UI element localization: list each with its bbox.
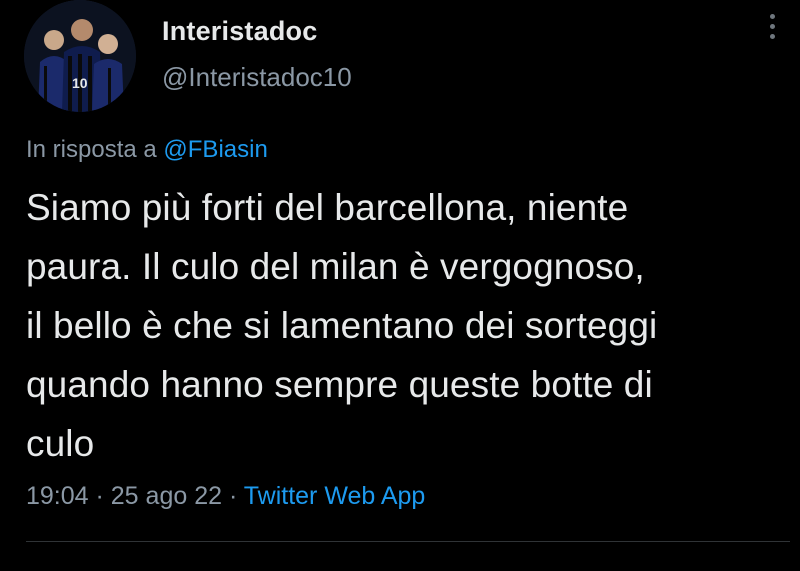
more-vertical-icon-dot	[769, 24, 775, 29]
avatar[interactable]: 10	[24, 0, 136, 112]
divider	[26, 541, 790, 542]
author-handle[interactable]: @Interistadoc10	[162, 62, 352, 93]
meta-separator: ·	[222, 482, 244, 510]
author-name[interactable]: Interistadoc	[162, 16, 317, 47]
more-vertical-icon	[769, 14, 775, 19]
more-vertical-icon-dot	[769, 34, 775, 39]
reply-mention-link[interactable]: @FBiasin	[163, 136, 267, 163]
svg-text:10: 10	[72, 75, 88, 91]
tweet-text-line: quando hanno sempre queste botte di	[26, 364, 653, 405]
tweet-text: Siamo più forti del barcellona, niente p…	[26, 178, 786, 473]
tweet-meta: 19:04 · 25 ago 22 · Twitter Web App	[26, 482, 425, 511]
tweet-date[interactable]: 25 ago 22	[111, 482, 222, 510]
tweet-text-line: paura. Il culo del milan è vergognoso,	[26, 246, 645, 287]
tweet-text-line: Siamo più forti del barcellona, niente	[26, 187, 629, 228]
more-options-button[interactable]	[766, 14, 778, 50]
tweet-text-line: culo	[26, 423, 95, 464]
reply-context: In risposta a @FBiasin	[26, 136, 268, 164]
tweet-text-line: il bello è che si lamentano dei sorteggi	[26, 305, 658, 346]
tweet-source-link[interactable]: Twitter Web App	[244, 482, 426, 510]
reply-prefix: In risposta a	[26, 136, 164, 163]
meta-separator: ·	[88, 482, 111, 510]
tweet-time[interactable]: 19:04	[26, 482, 89, 510]
